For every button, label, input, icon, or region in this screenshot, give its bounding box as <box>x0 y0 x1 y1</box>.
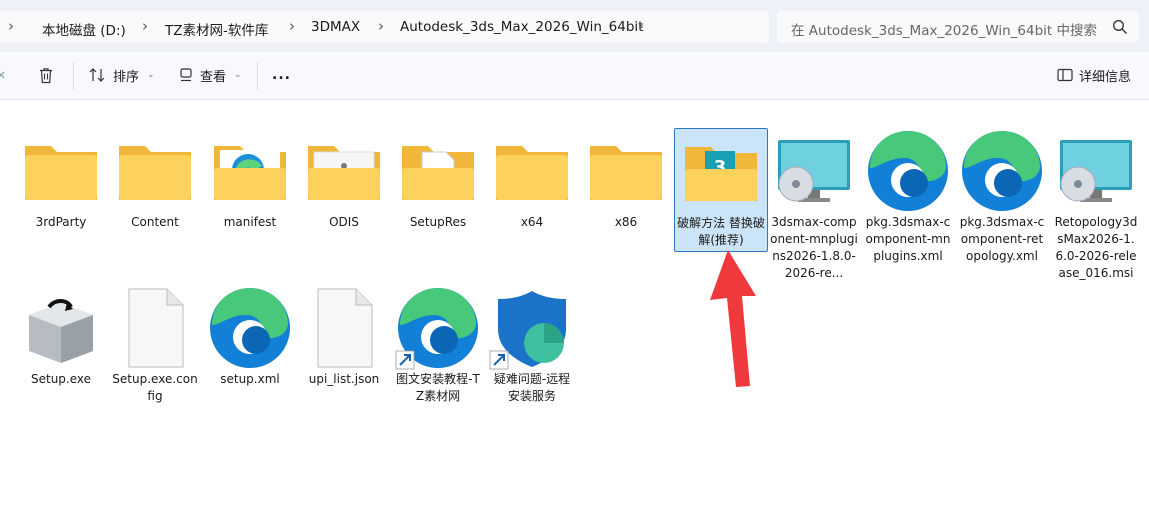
file-name: 疑难问题-远程安装服务 <box>493 372 571 403</box>
toolbar-divider <box>257 62 258 90</box>
chevron-down-icon: ⌄ <box>234 70 242 80</box>
file-item-pkg-retopology-xml[interactable]: pkg.3dsmax-component-retopology.xml <box>956 128 1048 278</box>
more-icon: ... <box>272 67 291 83</box>
edge-browser-icon <box>210 288 290 368</box>
sort-label: 排序 <box>113 69 140 85</box>
file-name: Setup.exe <box>30 372 92 386</box>
setup-package-icon <box>29 299 93 363</box>
file-name: 图文安装教程-TZ素材网 <box>396 372 480 403</box>
file-item-manifest[interactable]: manifest <box>204 128 296 248</box>
file-name: 3dsmax-component-mnplugins2026-1.8.0-202… <box>770 215 858 280</box>
chevron-right-icon[interactable]: › <box>638 17 644 35</box>
file-item-crack-method-folder[interactable]: 3 破解方法 替换破解(推荐) <box>674 128 768 252</box>
file-name: ODIS <box>329 215 359 229</box>
search-input[interactable]: 在 Autodesk_3ds_Max_2026_Win_64bit 中搜索 <box>791 19 1097 39</box>
more-options-button[interactable]: ... <box>272 64 291 86</box>
toolbar-divider <box>73 62 74 90</box>
installer-disc-icon <box>1060 140 1132 202</box>
file-name: Content <box>131 215 179 229</box>
file-name: 破解方法 替换破解(推荐) <box>677 216 765 247</box>
file-item-setup-exe-config[interactable]: Setup.exe.config <box>109 285 201 420</box>
search-box[interactable]: 在 Autodesk_3ds_Max_2026_Win_64bit 中搜索 <box>777 11 1139 43</box>
file-item-x86[interactable]: x86 <box>580 128 672 248</box>
file-item-remote-service-shortcut[interactable]: 疑难问题-远程安装服务 <box>486 285 578 420</box>
file-name: x64 <box>520 215 544 229</box>
file-item-setup-xml[interactable]: setup.xml <box>204 285 296 405</box>
breadcrumb-item-3dmax[interactable]: 3DMAX <box>311 19 360 35</box>
breadcrumb-item-current-folder[interactable]: Autodesk_3ds_Max_2026_Win_64bit <box>400 19 643 35</box>
blank-file-icon <box>317 288 373 368</box>
folder-with-page-icon <box>402 146 474 200</box>
details-pane-button[interactable]: 详细信息 <box>1057 64 1131 86</box>
file-name: setup.xml <box>220 372 280 386</box>
breadcrumb-item-tz-library[interactable]: TZ素材网-软件库 <box>165 19 268 39</box>
breadcrumb[interactable]: › 本地磁盘 (D:) › TZ素材网-软件库 › 3DMAX › Autode… <box>0 11 769 43</box>
view-icon <box>180 68 192 82</box>
folder-with-document-icon <box>308 146 380 200</box>
folder-icon <box>119 146 191 200</box>
folder-with-edge-icon <box>214 146 286 200</box>
file-name: 3rdParty <box>35 215 87 229</box>
file-name: SetupRes <box>409 215 467 229</box>
file-item-x64[interactable]: x64 <box>486 128 578 248</box>
file-item-retopology-msi[interactable]: Retopology3dsMax2026-1.6.0-2026-release_… <box>1050 128 1142 280</box>
address-bar-area: › 本地磁盘 (D:) › TZ素材网-软件库 › 3DMAX › Autode… <box>0 0 1149 52</box>
delete-icon[interactable] <box>38 67 54 84</box>
folder-with-3dsmax-icon: 3 <box>685 147 757 201</box>
edge-browser-icon <box>868 131 948 211</box>
file-item-install-tutorial-shortcut[interactable]: 图文安装教程-TZ素材网 <box>392 285 484 420</box>
chevron-right-icon[interactable]: › <box>378 17 384 35</box>
breadcrumb-item-drive[interactable]: 本地磁盘 (D:) <box>42 19 126 39</box>
file-item-odis[interactable]: ODIS <box>298 128 390 248</box>
edge-shortcut-icon <box>395 288 478 370</box>
folder-icon <box>496 146 568 200</box>
edge-browser-icon <box>962 131 1042 211</box>
file-list: 3rdParty Content manifest ODIS SetupRes … <box>0 100 1149 522</box>
file-name: pkg.3dsmax-component-retopology.xml <box>959 215 1045 263</box>
file-item-mnplugins-installer[interactable]: 3dsmax-component-mnplugins2026-1.8.0-202… <box>768 128 860 280</box>
view-button[interactable]: 查看 ⌄ <box>178 64 242 86</box>
shield-shortcut-icon <box>489 291 566 370</box>
folder-icon <box>25 146 97 200</box>
folder-icon <box>590 146 662 200</box>
blank-file-icon <box>128 288 184 368</box>
chevron-right-icon: › <box>8 17 14 35</box>
view-label: 查看 <box>200 69 227 85</box>
file-name: x86 <box>614 215 638 229</box>
file-item-setupres[interactable]: SetupRes <box>392 128 484 248</box>
file-item-content[interactable]: Content <box>109 128 201 248</box>
file-name: upi_list.json <box>308 372 380 386</box>
file-name: Retopology3dsMax2026-1.6.0-2026-release_… <box>1054 215 1138 280</box>
share-icon[interactable] <box>0 68 8 84</box>
file-item-pkg-mnplugins-xml[interactable]: pkg.3dsmax-component-mnplugins.xml <box>862 128 954 278</box>
file-item-upi-list-json[interactable]: upi_list.json <box>298 285 390 405</box>
file-name: Setup.exe.config <box>112 372 198 403</box>
file-item-3rdparty[interactable]: 3rdParty <box>15 128 107 248</box>
chevron-right-icon[interactable]: › <box>289 17 295 35</box>
sort-button[interactable]: 排序 ⌄ <box>89 64 155 86</box>
details-pane-icon <box>1057 68 1073 82</box>
sort-icon <box>89 68 105 82</box>
search-icon[interactable] <box>1112 19 1128 35</box>
details-label: 详细信息 <box>1079 69 1132 85</box>
installer-disc-icon <box>778 140 850 202</box>
red-arrow-annotation <box>710 250 756 387</box>
command-bar: 排序 ⌄ 查看 ⌄ ... 详细信息 <box>0 52 1149 100</box>
file-item-setup-exe[interactable]: Setup.exe <box>15 285 107 405</box>
file-name: pkg.3dsmax-component-mnplugins.xml <box>865 215 951 263</box>
chevron-right-icon[interactable]: › <box>142 17 148 35</box>
file-name: manifest <box>223 215 277 229</box>
chevron-down-icon: ⌄ <box>147 70 155 80</box>
